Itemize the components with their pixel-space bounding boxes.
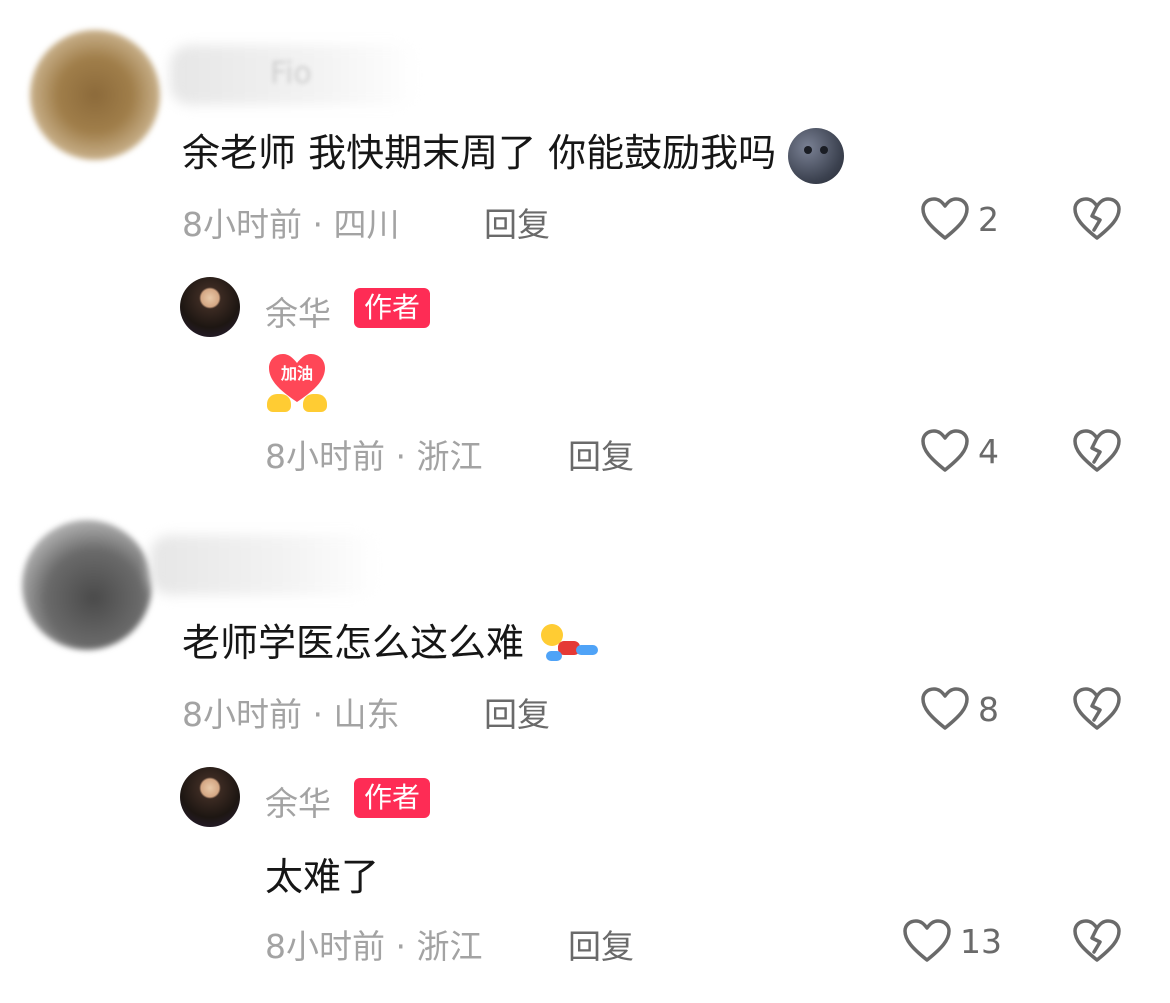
like-button[interactable]: [920, 428, 970, 478]
dislike-button[interactable]: [1072, 918, 1122, 968]
reply-button[interactable]: 回复: [484, 198, 550, 246]
like-count: 13: [960, 922, 1002, 961]
dislike-button[interactable]: [1072, 428, 1122, 478]
broken-heart-icon: [1073, 429, 1121, 472]
heart-outline-icon: [903, 919, 951, 962]
author-badge: 作者: [354, 778, 431, 818]
author-avatar[interactable]: [180, 277, 240, 337]
like-button[interactable]: [902, 918, 952, 968]
comment-text: 老师学医怎么这么难: [182, 612, 600, 671]
commenter-avatar[interactable]: [30, 30, 160, 160]
like-count: 4: [978, 432, 999, 471]
comment-text: 余老师 我快期末周了 你能鼓励我吗: [182, 122, 845, 184]
dislike-button[interactable]: [1072, 686, 1122, 736]
hand-icon: [303, 394, 327, 412]
like-button[interactable]: [920, 686, 970, 736]
reply-text: 太难了: [265, 855, 380, 899]
like-count: 8: [978, 690, 999, 729]
new-moon-face-emoji: [788, 127, 845, 184]
like-count: 2: [978, 200, 999, 239]
broken-heart-icon: [1073, 197, 1121, 240]
author-badge: 作者: [354, 288, 431, 328]
reply-button[interactable]: 回复: [568, 920, 634, 968]
author-name[interactable]: 余华: [265, 287, 331, 335]
broken-heart-icon: [1073, 687, 1121, 730]
dislike-button[interactable]: [1072, 196, 1122, 246]
reply-meta: 8小时前 · 浙江: [265, 437, 483, 476]
reply-button[interactable]: 回复: [568, 430, 634, 478]
author-avatar[interactable]: [180, 767, 240, 827]
cheer-sticker: 加油: [265, 352, 329, 412]
reply-button[interactable]: 回复: [484, 688, 550, 736]
lying-down-person-emoji: [541, 623, 599, 661]
comment-meta: 8小时前 · 四川: [182, 205, 400, 244]
author-name[interactable]: 余华: [265, 777, 331, 825]
hand-icon: [267, 394, 291, 412]
like-button[interactable]: [920, 196, 970, 246]
heart-outline-icon: [921, 687, 969, 730]
broken-heart-icon: [1073, 919, 1121, 962]
heart-outline-icon: [921, 429, 969, 472]
comment-meta: 8小时前 · 山东: [182, 695, 400, 734]
reply-meta: 8小时前 · 浙江: [265, 927, 483, 966]
commenter-name-obscured: [150, 535, 380, 595]
commenter-name[interactable]: Fio: [270, 56, 312, 91]
commenter-avatar[interactable]: [22, 520, 152, 650]
heart-outline-icon: [921, 197, 969, 240]
